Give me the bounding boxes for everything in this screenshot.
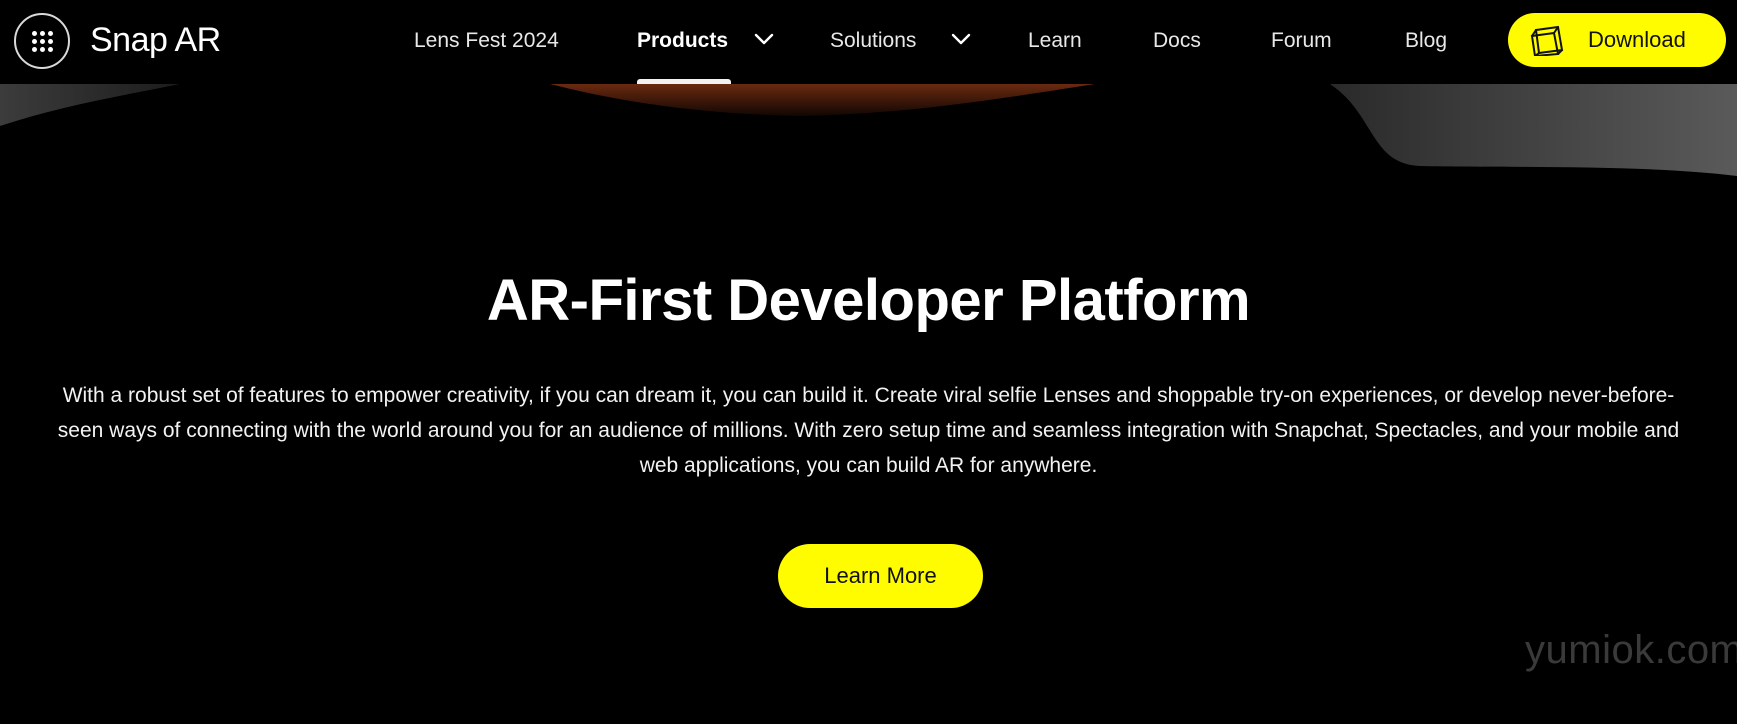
active-nav-indicator: [637, 79, 731, 84]
nav-link-docs[interactable]: Docs: [1153, 24, 1201, 58]
brand-logo[interactable]: Snap AR: [90, 18, 221, 62]
hero-background-art: [0, 84, 1737, 176]
nav-link-lens-fest[interactable]: Lens Fest 2024: [414, 24, 559, 58]
hero-title: AR-First Developer Platform: [486, 268, 1251, 333]
nav-link-forum[interactable]: Forum: [1271, 24, 1332, 58]
chevron-down-icon[interactable]: [950, 31, 972, 47]
watermark-text: yumiok.com: [1525, 628, 1737, 672]
learn-more-button[interactable]: Learn More: [778, 544, 983, 608]
lens-studio-icon: [1530, 25, 1564, 56]
chevron-down-icon[interactable]: [753, 31, 775, 47]
nav-link-learn[interactable]: Learn: [1028, 24, 1082, 58]
download-label: Download: [1588, 27, 1686, 52]
top-navbar: Snap AR Lens Fest 2024 Products Solution…: [0, 0, 1737, 84]
nav-link-products[interactable]: Products: [637, 24, 728, 58]
nav-link-solutions[interactable]: Solutions: [830, 24, 916, 58]
hero-description: With a robust set of features to empower…: [57, 384, 1680, 477]
download-button[interactable]: Download: [1508, 13, 1726, 67]
apps-menu-button[interactable]: [14, 13, 70, 69]
grid-dots-icon: [31, 30, 53, 52]
nav-link-blog[interactable]: Blog: [1405, 24, 1447, 58]
